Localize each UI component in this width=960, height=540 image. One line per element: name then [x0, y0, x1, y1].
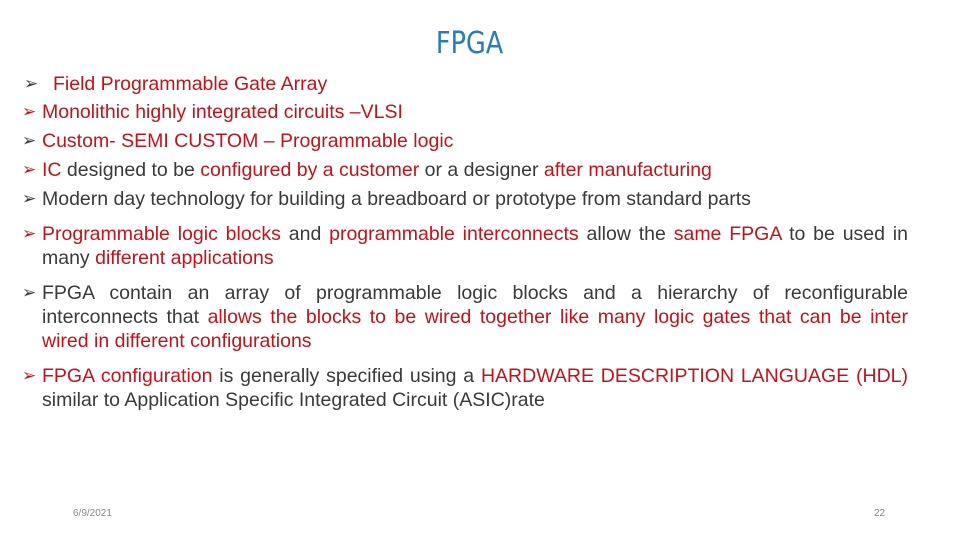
bullet-text: after manufacturing — [543, 159, 712, 181]
bullet-text: Programmable logic blocks — [42, 223, 281, 245]
arrowhead-bullet-icon: ➢ — [22, 131, 37, 150]
slide-title: FPGA — [436, 26, 504, 61]
bullet-item: ➢ Programmable logic blocks and programma… — [22, 222, 908, 270]
bullet-text: different applications — [95, 247, 274, 269]
bullet-text: Monolithic highly integrated circuits –V… — [42, 101, 403, 123]
arrowhead-bullet-icon: ➢ — [22, 224, 37, 243]
bullet-text: programmable interconnects — [329, 223, 579, 245]
bullet-text: IC — [42, 159, 62, 181]
bullet-text: HARDWARE DESCRIPTION LANGUAGE (HDL) — [480, 365, 908, 387]
arrowhead-bullet-icon: ➢ — [22, 160, 37, 179]
bullet-text: Modern day technology for building a bre… — [42, 188, 751, 210]
bullet-text: similar to Application Specific Integrat… — [42, 389, 545, 411]
bullet-item: ➢ Modern day technology for building a br… — [22, 187, 908, 211]
arrowhead-bullet-icon: ➢ — [22, 102, 37, 121]
footer-page-number: 22 — [874, 508, 886, 519]
arrowhead-bullet-icon: ➢ — [22, 366, 37, 385]
bullet-item: ➢ Custom- SEMI CUSTOM – Programmable logi… — [22, 129, 908, 153]
bullet-item: ➢ FPGA configuration is generally specifi… — [22, 364, 908, 412]
bullet-item: ➢ FPGA contain an array of programmable l… — [22, 281, 908, 353]
arrowhead-bullet-icon: ➢ — [22, 189, 37, 208]
footer-date: 6/9/2021 — [73, 508, 112, 519]
bullet-list: ➢ Field Programmable Gate Array ➢ Monolith… — [22, 72, 908, 423]
bullet-item: ➢ Monolithic highly integrated circuits –… — [22, 100, 908, 124]
bullet-item: ➢ IC designed to be configured by a custo… — [22, 158, 908, 182]
arrowhead-bullet-icon: ➢ — [24, 74, 39, 93]
bullet-text: is generally specified using a — [212, 365, 481, 387]
bullet-text: Custom- SEMI CUSTOM – Programmable logic — [42, 130, 454, 152]
bullet-text: FPGA configuration — [42, 365, 213, 387]
bullet-text: and — [280, 223, 330, 245]
bullet-text: same FPGA — [673, 223, 782, 245]
bullet-text: Field Programmable Gate Array — [53, 73, 328, 95]
bullet-text: designed to be — [61, 159, 201, 181]
bullet-text: or a designer — [419, 159, 544, 181]
bullet-item: ➢ Field Programmable Gate Array — [22, 72, 908, 96]
bullet-text: allow the — [578, 223, 674, 245]
arrowhead-bullet-icon: ➢ — [22, 283, 37, 302]
bullet-text: configured by a customer — [200, 159, 420, 181]
